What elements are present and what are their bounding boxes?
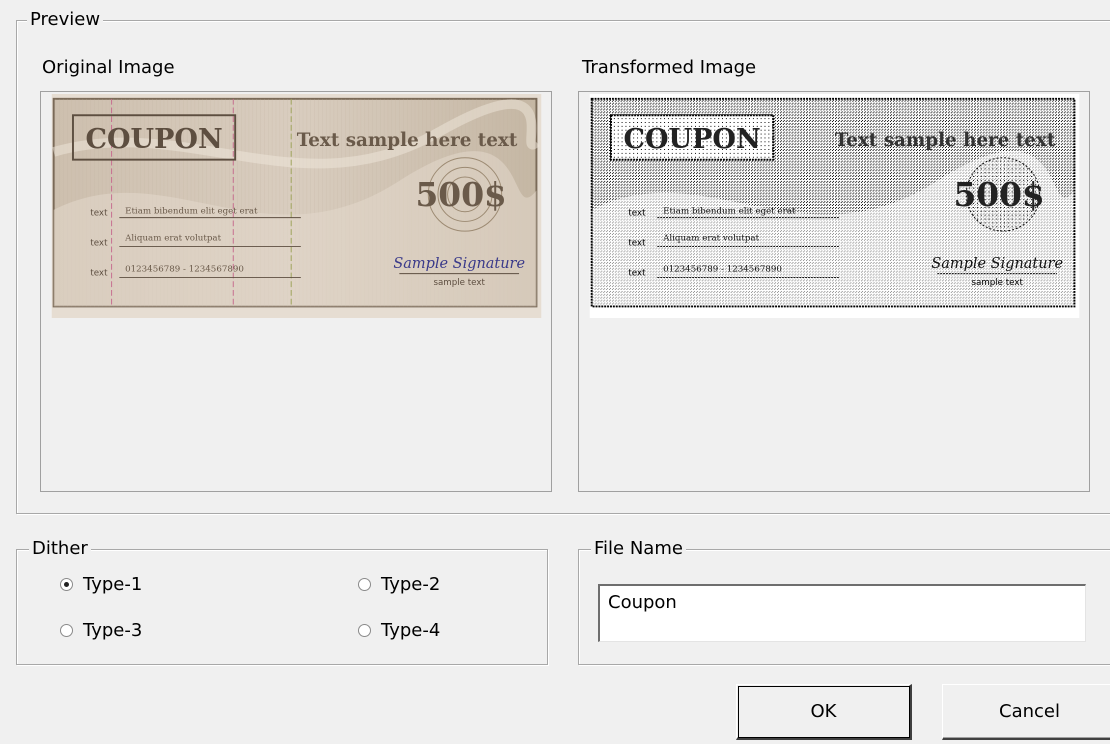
file-name-legend: File Name <box>591 537 686 561</box>
radio-unchecked-icon <box>358 624 371 637</box>
original-coupon-line-2: Aliquam erat volutpat <box>124 234 221 244</box>
original-coupon-signature-caption: sample text <box>433 278 485 288</box>
transformed-coupon-tagline: Text sample here text <box>835 130 1056 151</box>
transformed-coupon-signature-caption: sample text <box>971 278 1023 288</box>
original-coupon-line-3: 0123456789 - 1234567890 <box>125 265 244 275</box>
original-coupon-field-label-2: text <box>90 239 108 249</box>
dither-option-type-2[interactable]: Type-2 <box>358 574 440 595</box>
ok-button[interactable]: OK <box>736 684 912 740</box>
dither-option-type-1[interactable]: Type-1 <box>60 574 142 595</box>
radio-unchecked-icon <box>60 624 73 637</box>
original-coupon-image: COUPON Text sample here text 500$ text E… <box>51 94 542 318</box>
dither-option-label: Type-1 <box>83 574 143 595</box>
transformed-coupon-heading: COUPON <box>624 124 761 155</box>
transformed-coupon-image: COUPON Text sample here text 500$ text E… <box>589 94 1080 318</box>
transformed-coupon-field-label-3: text <box>628 269 646 279</box>
transformed-image-label: Transformed Image <box>582 57 757 78</box>
preview-legend: Preview <box>27 8 104 32</box>
original-coupon-heading: COUPON <box>86 124 223 155</box>
original-coupon-amount: 500$ <box>415 175 506 214</box>
dither-option-type-4[interactable]: Type-4 <box>358 620 440 641</box>
transformed-coupon-signature: Sample Signature <box>931 256 1063 272</box>
transformed-image-frame: COUPON Text sample here text 500$ text E… <box>578 91 1090 492</box>
original-coupon-tagline: Text sample here text <box>297 130 518 151</box>
dither-option-label: Type-3 <box>83 620 143 641</box>
transformed-coupon-line-1: Etiam bibendum elit eget erat <box>663 207 796 217</box>
dither-option-label: Type-4 <box>381 620 441 641</box>
original-coupon-signature: Sample Signature <box>393 256 525 272</box>
original-image-frame: COUPON Text sample here text 500$ text E… <box>40 91 552 492</box>
transformed-coupon-field-label-2: text <box>628 239 646 249</box>
dither-legend: Dither <box>29 537 91 561</box>
radio-checked-icon <box>60 578 73 591</box>
dither-option-label: Type-2 <box>381 574 441 595</box>
cancel-button[interactable]: Cancel <box>942 684 1110 740</box>
dither-option-type-3[interactable]: Type-3 <box>60 620 142 641</box>
original-image-label: Original Image <box>42 57 175 78</box>
original-coupon-line-1: Etiam bibendum elit eget erat <box>125 207 258 217</box>
transformed-coupon-field-label-1: text <box>628 209 646 219</box>
radio-unchecked-icon <box>358 578 371 591</box>
transformed-coupon-line-3: 0123456789 - 1234567890 <box>663 265 782 275</box>
original-coupon-field-label-3: text <box>90 269 108 279</box>
transformed-coupon-amount: 500$ <box>953 175 1044 214</box>
dither-group: Dither <box>16 537 548 665</box>
file-name-input[interactable]: Coupon <box>598 584 1086 642</box>
original-coupon-field-label-1: text <box>90 209 108 219</box>
transformed-coupon-line-2: Aliquam erat volutpat <box>662 234 759 244</box>
